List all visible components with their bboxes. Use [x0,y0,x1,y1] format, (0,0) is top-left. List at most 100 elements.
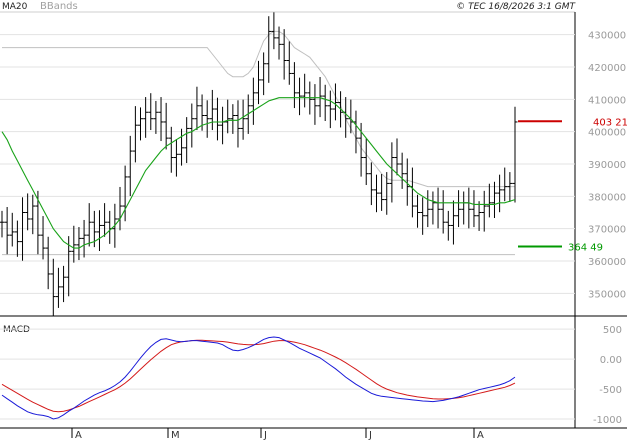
level-red-label: 403 21 [593,117,627,128]
price-bar [327,90,333,129]
price-bar [173,139,179,177]
level-green-label: 364 49 [568,243,603,254]
price-bar [86,203,92,247]
price-bar [486,183,492,218]
price-bar [394,138,400,176]
macd-panel: MACD 500 0.00 -500 -1000 [0,316,627,429]
x-month-label: A [75,430,82,440]
price-tick-label: 430000 [588,31,626,42]
price-bar [497,174,503,213]
price-bar [102,203,108,237]
price-bar [25,193,31,231]
price-bar [0,210,5,238]
price-bar [4,207,10,255]
price-bar [266,16,272,83]
price-bar [261,52,267,96]
price-tick-label: 370000 [588,225,626,236]
price-bar [415,194,421,228]
price-bar [148,93,154,131]
chart-canvas: MA20 BBands © TEC 16/8/2026 3:1 GMT 3500… [0,0,627,440]
price-bar [179,128,185,166]
price-bar [425,190,431,228]
price-bar [363,138,369,186]
price-bar [512,106,518,203]
price-bar [158,97,164,142]
price-bar [117,186,123,231]
price-bar [168,126,174,173]
price-bar [271,12,277,50]
price-tick-label: 360000 [588,257,626,268]
price-tick-label: 390000 [588,160,626,171]
price-bar [471,190,477,228]
price-bar [76,227,82,261]
price-tick-label: 410000 [588,95,626,106]
price-bar [476,201,482,231]
price-bar [132,106,138,163]
price-bar [302,73,308,108]
price-bar [45,236,51,290]
price-bar [9,212,15,247]
x-axis: AMJJA [71,428,484,440]
price-bar [214,97,220,141]
price-bar [220,106,226,145]
price-bar [435,187,441,229]
macd-title: MACD [3,325,30,335]
price-panel: 350000 360000 370000 380000 390000 400000 4100… [0,11,627,317]
x-month-label: M [171,430,180,440]
price-bar [399,152,405,189]
macd-tick-label: 0.00 [600,355,622,366]
price-bar [194,86,200,131]
price-bar [107,210,113,244]
macd-tick-label: -500 [599,385,622,396]
macd-axis-ticks: 500 0.00 -500 -1000 [593,325,622,426]
price-bar [466,187,472,229]
price-bar [209,89,215,131]
x-month-label: A [477,430,484,440]
price-bar [491,181,497,219]
price-bar [138,107,144,141]
price-bar [286,41,292,85]
price-bar [445,210,451,241]
copyright-timestamp: © TEC 16/8/2026 3:1 GMT [456,2,576,12]
price-bar [481,190,487,232]
legend-ma20: MA20 [2,2,28,12]
price-bar [456,190,462,228]
price-bar [373,174,379,213]
price-bar [184,117,190,164]
price-bar [61,265,67,303]
macd-gridlines [0,328,575,420]
price-bar [389,142,395,203]
macd-tick-label: -1000 [593,415,622,426]
x-month-label: J [368,430,372,440]
price-bar [312,84,318,125]
price-bar [204,100,210,138]
price-bar [225,99,231,134]
price-tick-label: 350000 [588,289,626,300]
price-bar [297,77,303,116]
price-bar [153,100,159,134]
price-bar [332,83,338,121]
price-bar [250,77,256,125]
price-bar [240,99,246,140]
price-bar [317,77,323,118]
price-bar [81,219,87,258]
price-bar [55,267,61,308]
price-axis-ticks: 350000 360000 370000 380000 390000 400000 4100… [588,31,626,301]
price-tick-label: 420000 [588,63,626,74]
price-bar [230,104,236,134]
price-bar [127,135,133,197]
price-bar [384,172,390,215]
macd-tick-label: 500 [603,325,622,336]
bbands-upper-line [2,30,515,188]
legend: MA20 BBands © TEC 16/8/2026 3:1 GMT [0,0,577,12]
price-bar [163,102,169,150]
price-tick-label: 380000 [588,192,626,203]
price-bar [450,200,456,245]
price-bar [71,225,77,263]
price-bar [235,100,241,148]
price-bar [368,162,374,206]
x-month-label: J [263,430,267,440]
price-bar [409,167,415,218]
macd-lines [1,336,516,420]
price-bar [14,220,20,257]
